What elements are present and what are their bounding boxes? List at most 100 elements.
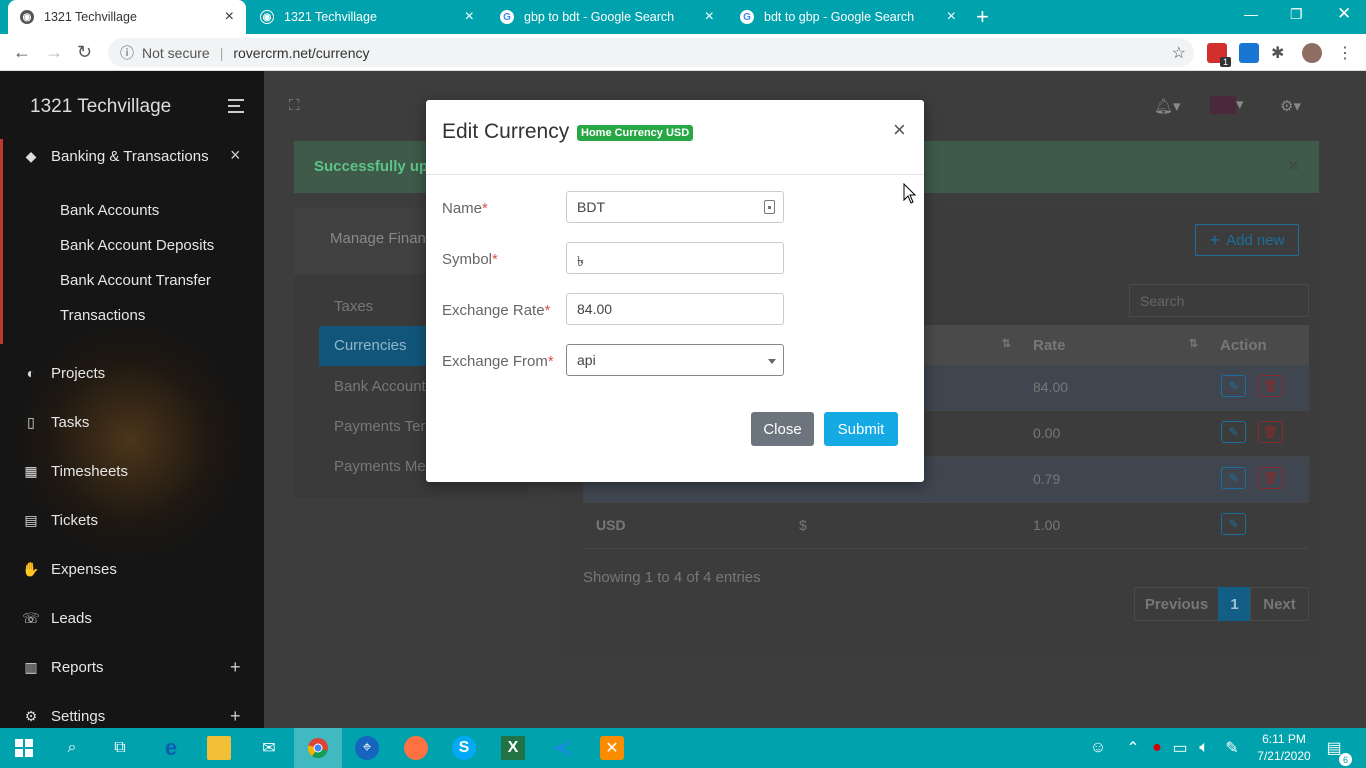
nav-payments-terms[interactable]: Payments Terr [334,418,430,435]
uk-flag-icon[interactable]: ▾ [1210,95,1244,115]
exchange-from-select[interactable]: api [566,344,784,376]
collapse-icon[interactable]: × [230,145,241,166]
submit-button[interactable]: Submit [824,412,898,446]
close-button[interactable]: Close [751,412,814,446]
bookmark-star-icon[interactable]: ☆ [1172,43,1186,63]
close-tab-icon[interactable]: × [465,8,474,26]
delete-icon[interactable]: 🗑︎ [1258,421,1283,443]
fullscreen-icon[interactable]: ⛶ [289,97,300,114]
file-explorer-icon[interactable] [207,736,231,760]
maps-icon[interactable]: ⌖ [355,736,379,760]
exchange-rate-field[interactable]: 84.00 [566,293,784,325]
expand-settings-icon[interactable]: + [230,706,241,727]
task-view-icon[interactable]: ⧉ [108,736,132,760]
new-tab-icon[interactable]: + [976,4,989,30]
sidebar-item-label: Projects [51,364,106,382]
browser-tab[interactable]: ◉ 1321 Techvillage × [248,0,486,34]
close-tab-icon[interactable]: × [225,8,234,26]
extension-icon[interactable]: 1 [1207,43,1231,67]
password-manager-icon[interactable] [764,200,775,214]
minimize-icon[interactable]: — [1244,6,1258,22]
menu-dots-icon[interactable]: ⋮ [1337,43,1357,63]
table-header-rate[interactable]: Rate ⇅ [1021,325,1208,365]
delete-icon[interactable]: 🗑︎ [1258,467,1283,489]
search-input[interactable]: Search [1129,284,1309,317]
sidebar-subitem-bank-account-transfer[interactable]: Bank Account Transfer [60,272,211,289]
sidebar-item-settings[interactable]: ⚙ Settings [22,707,105,725]
sidebar-subitem-transactions[interactable]: Transactions [60,307,145,324]
name-field[interactable]: BDT [566,191,784,223]
chrome-icon[interactable] [306,736,330,760]
search-icon[interactable]: ⌕ [60,736,84,760]
sidebar-item-projects[interactable]: ◐ Projects [22,364,105,382]
vscode-icon[interactable]: ≺ [550,735,574,760]
sidebar-item-expenses[interactable]: ✋ Expenses [22,560,117,578]
window-close-icon[interactable]: ✕ [1337,4,1351,24]
url-text[interactable]: rovercrm.net/currency [233,45,369,61]
network-icon[interactable]: ▭ [1168,736,1192,760]
sidebar-item-leads[interactable]: ☏ Leads [22,609,92,627]
show-hidden-icons-icon[interactable]: ⌃ [1121,736,1145,760]
edit-icon[interactable]: ✎ [1221,467,1246,489]
pen-icon[interactable]: ✎ [1220,736,1244,760]
sidebar-item-tasks[interactable]: ▯ Tasks [22,413,89,431]
home-currency-badge: Home Currency USD [577,125,694,141]
excel-icon[interactable]: X [501,736,525,760]
alert-text: Successfully upd [314,158,438,175]
pager-page-1[interactable]: 1 [1218,587,1251,621]
notification-bell-icon[interactable]: 🔔︎▾ [1154,97,1181,115]
system-clock[interactable]: 6:11 PM 7/21/2020 [1250,731,1318,765]
symbol-field[interactable]: ৳ [566,242,784,274]
puzzle-icon[interactable]: ✱ [1271,43,1291,63]
pager-previous[interactable]: Previous [1134,587,1219,621]
browser-tab-active[interactable]: ◉ 1321 Techvillage × [8,0,246,34]
mail-icon[interactable]: ✉ [257,736,281,760]
restore-icon[interactable]: ❐ [1290,6,1303,23]
modal-close-icon[interactable]: × [893,117,906,143]
forward-icon[interactable]: → [45,42,63,63]
exchange-from-value: api [577,352,596,368]
settings-gear-icon[interactable]: ⚙▾ [1280,97,1301,115]
extension-icon[interactable] [1239,43,1259,63]
people-icon[interactable]: ☺ [1086,736,1110,760]
avatar[interactable] [1302,43,1322,63]
edit-icon[interactable]: ✎ [1221,375,1246,397]
sidebar-item-banking[interactable]: ◆ Banking & Transactions [22,147,209,165]
info-icon[interactable]: ⓘ [120,43,134,63]
expand-reports-icon[interactable]: + [230,657,241,678]
close-tab-icon[interactable]: × [947,8,956,26]
pager-next[interactable]: Next [1250,587,1309,621]
notification-center-icon[interactable]: ▤ 6 [1322,736,1352,766]
back-icon[interactable]: ← [13,42,31,63]
sidebar-item-timesheets[interactable]: ▦ Timesheets [22,462,128,480]
edit-icon[interactable]: ✎ [1221,513,1246,535]
browser-tab[interactable]: G gbp to bdt - Google Search × [488,0,726,34]
xampp-icon[interactable]: ✕ [600,736,624,760]
skype-icon[interactable]: S [452,736,476,760]
record-icon[interactable]: ● [1145,736,1169,760]
firefox-icon[interactable] [404,736,428,760]
add-new-button[interactable]: + Add new [1195,224,1299,256]
delete-icon[interactable]: 🗑︎ [1258,375,1283,397]
close-tab-icon[interactable]: × [705,8,714,26]
volume-icon[interactable]: 🔈︎ [1192,736,1216,760]
sidebar-item-label: Banking & Transactions [51,147,209,165]
reload-icon[interactable]: ↻ [77,42,92,63]
nav-bank-account[interactable]: Bank Account [334,378,426,395]
windows-start-icon[interactable] [12,736,36,760]
sidebar-item-reports[interactable]: ▥ Reports [22,658,103,676]
exchange-rate-label-text: Exchange Rate [442,302,545,319]
sidebar-item-tickets[interactable]: ▤ Tickets [22,511,98,529]
edit-icon[interactable]: ✎ [1221,421,1246,443]
sidebar-subitem-bank-accounts[interactable]: Bank Accounts [60,202,159,219]
sort-icon[interactable]: ⇅ [1002,337,1011,350]
close-alert-icon[interactable]: × [1287,155,1299,178]
sidebar-subitem-bank-account-deposits[interactable]: Bank Account Deposits [60,237,214,254]
omnibox[interactable]: ⓘ Not secure | rovercrm.net/currency ☆ [108,38,1194,67]
sort-icon[interactable]: ⇅ [1189,337,1198,350]
hamburger-icon[interactable] [228,99,244,117]
nav-payments-methods[interactable]: Payments Met [334,458,430,475]
browser-tab[interactable]: G bdt to gbp - Google Search × [728,0,968,34]
edge-icon[interactable]: e [159,735,183,760]
nav-taxes[interactable]: Taxes [334,298,373,315]
